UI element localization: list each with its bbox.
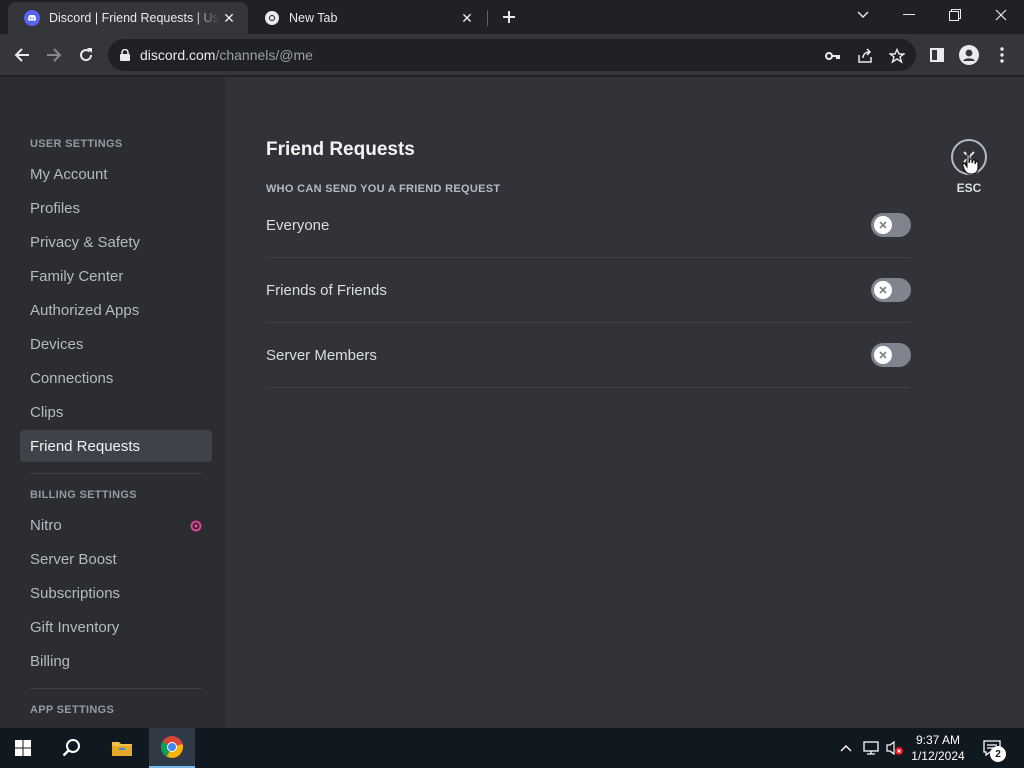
esc-label: ESC: [956, 181, 982, 195]
address-bar[interactable]: discord.com/channels/@me: [108, 39, 916, 71]
sidebar-item-label: Privacy & Safety: [30, 233, 141, 251]
page-title: Friend Requests: [266, 139, 415, 160]
chrome-menu-icon[interactable]: [989, 42, 1015, 68]
minimize-icon[interactable]: [886, 0, 932, 30]
clock-date: 1/12/2024: [911, 749, 965, 763]
taskbar-clock[interactable]: 9:37 AM 1/12/2024: [906, 732, 970, 764]
tab-new-tab[interactable]: New Tab ✕: [248, 2, 486, 34]
sidebar-item-privacy-safety[interactable]: Privacy & Safety: [20, 226, 212, 258]
sidebar-item-devices[interactable]: Devices: [20, 328, 212, 360]
clock-time: 9:37 AM: [915, 733, 961, 747]
restore-icon[interactable]: [932, 0, 978, 30]
search-icon[interactable]: [49, 728, 95, 768]
close-tab-icon[interactable]: ✕: [458, 9, 476, 27]
sidebar-item-my-account[interactable]: My Account: [20, 158, 212, 190]
sidebar-item-clips[interactable]: Clips: [20, 396, 212, 428]
tab-search-icon[interactable]: [840, 0, 886, 30]
file-explorer-icon[interactable]: [99, 728, 145, 768]
forward-icon[interactable]: [41, 42, 67, 68]
server-members-toggle[interactable]: [871, 343, 911, 367]
sidebar-divider: [30, 688, 202, 689]
everyone-toggle[interactable]: [871, 213, 911, 237]
sidebar-item-gift-inventory[interactable]: Gift Inventory: [20, 611, 212, 643]
key-icon[interactable]: [824, 47, 842, 65]
share-icon[interactable]: [856, 47, 874, 65]
profile-avatar-icon[interactable]: [956, 42, 982, 68]
chrome-taskbar-icon[interactable]: [149, 728, 195, 768]
notification-count-badge: 2: [990, 746, 1006, 762]
sidebar-item-label: Gift Inventory: [30, 618, 120, 636]
sidebar-item-label: Friend Requests: [30, 437, 141, 455]
toggle-off-x-icon: [874, 346, 892, 364]
option-label: Server Members: [266, 347, 377, 364]
sidebar-item-billing[interactable]: Billing: [20, 645, 212, 677]
sidebar-item-label: Authorized Apps: [30, 301, 140, 319]
close-window-icon[interactable]: [978, 0, 1024, 30]
sidebar-item-connections[interactable]: Connections: [20, 362, 212, 394]
tab-title: Discord | Friend Requests | User Setting…: [49, 11, 220, 25]
close-tab-icon[interactable]: ✕: [220, 9, 238, 27]
sidebar-item-friend-requests[interactable]: Friend Requests: [20, 430, 212, 462]
discord-icon: [24, 10, 40, 26]
sidebar-item-server-boost[interactable]: Server Boost: [20, 543, 212, 575]
toggle-off-x-icon: [874, 281, 892, 299]
network-icon[interactable]: [861, 738, 881, 758]
sidebar-item-label: Subscriptions: [30, 584, 121, 602]
friends-of-friends-toggle[interactable]: [871, 278, 911, 302]
url-path: /channels/@me: [215, 47, 313, 63]
option-label: Everyone: [266, 217, 330, 234]
back-icon[interactable]: [9, 42, 35, 68]
sidebar-item-label: Billing: [30, 652, 71, 670]
discord-settings: USER SETTINGS My Account Profiles Privac…: [0, 77, 1024, 728]
sidebar-item-label: Server Boost: [30, 550, 117, 568]
side-panel-icon[interactable]: [924, 42, 950, 68]
sidebar-item-label: Clips: [30, 403, 64, 421]
tab-title: New Tab: [289, 11, 338, 25]
sidebar-item-subscriptions[interactable]: Subscriptions: [20, 577, 212, 609]
sidebar-item-authorized-apps[interactable]: Authorized Apps: [20, 294, 212, 326]
new-tab-button[interactable]: [498, 6, 520, 28]
sidebar-item-nitro[interactable]: Nitro: [20, 509, 212, 541]
option-row-friends-of-friends: Friends of Friends: [266, 258, 911, 323]
chevron-up-icon[interactable]: [836, 738, 856, 758]
volume-muted-icon[interactable]: [885, 738, 905, 758]
sidebar-item-family-center[interactable]: Family Center: [20, 260, 212, 292]
sidebar-item-label: Profiles: [30, 199, 81, 217]
billing-settings-header: BILLING SETTINGS: [30, 489, 137, 501]
bookmark-star-icon[interactable]: [888, 47, 906, 65]
reload-icon[interactable]: [73, 42, 99, 68]
app-settings-header: APP SETTINGS: [30, 704, 115, 716]
settings-sidebar: USER SETTINGS My Account Profiles Privac…: [0, 77, 226, 728]
option-row-everyone: Everyone: [266, 193, 911, 258]
nitro-icon: [190, 519, 202, 532]
sidebar-divider: [30, 473, 202, 474]
sidebar-item-label: Nitro: [30, 516, 62, 534]
windows-taskbar: 9:37 AM 1/12/2024 2: [0, 728, 1024, 768]
chrome-icon: [264, 10, 280, 26]
url-host: discord.com: [140, 47, 216, 63]
option-row-server-members: Server Members: [266, 323, 911, 388]
option-label: Friends of Friends: [266, 282, 387, 299]
tab-separator: [487, 10, 488, 26]
hand-cursor-icon: [962, 153, 980, 175]
sidebar-item-label: Devices: [30, 335, 84, 353]
toggle-off-x-icon: [874, 216, 892, 234]
tab-discord[interactable]: Discord | Friend Requests | User Setting…: [8, 2, 248, 34]
settings-content: Friend Requests WHO CAN SEND YOU A FRIEN…: [266, 77, 911, 728]
user-settings-header: USER SETTINGS: [30, 138, 123, 150]
windows-start-icon[interactable]: [0, 728, 46, 768]
sidebar-item-label: Family Center: [30, 267, 124, 285]
sidebar-item-profiles[interactable]: Profiles: [20, 192, 212, 224]
sidebar-item-label: My Account: [30, 165, 108, 183]
lock-icon[interactable]: [120, 49, 130, 61]
browser-tab-strip: Discord | Friend Requests | User Setting…: [0, 0, 1024, 34]
browser-toolbar: discord.com/channels/@me: [0, 34, 1024, 76]
sidebar-item-label: Connections: [30, 369, 114, 387]
